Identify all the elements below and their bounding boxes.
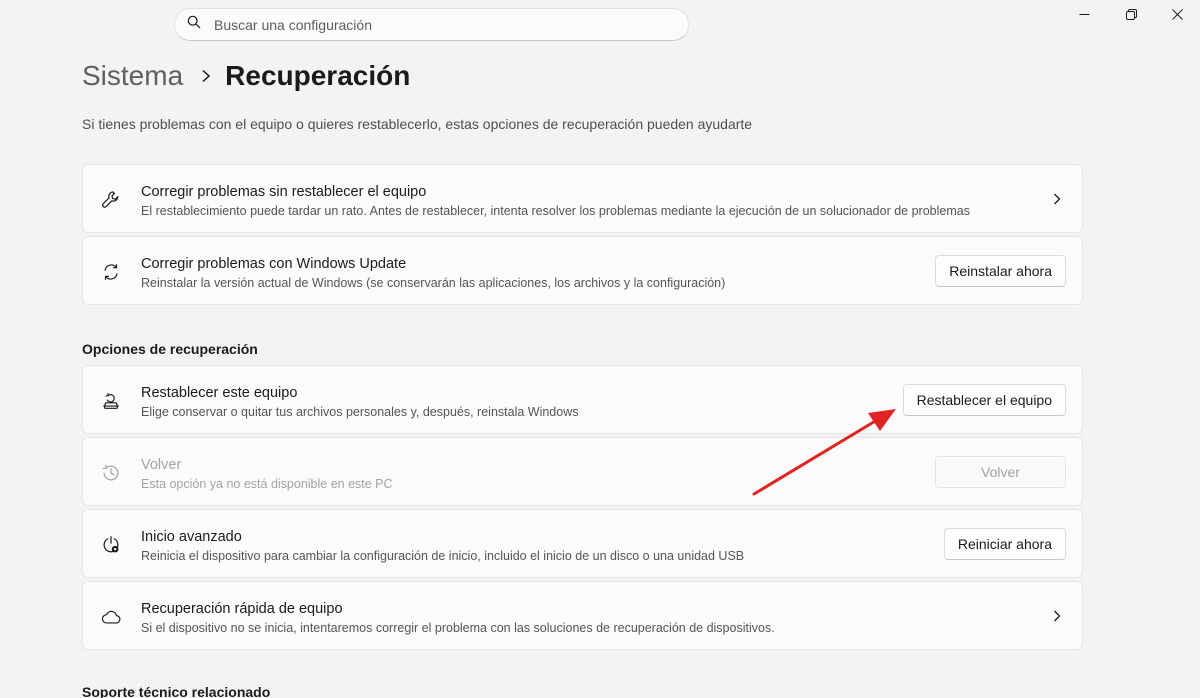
page-description: Si tienes problemas con el equipo o quie… (82, 116, 753, 132)
advanced-startup-card: Inicio avanzado Reinicia el dispositivo … (82, 509, 1083, 578)
close-icon (1171, 7, 1183, 25)
section-title-related-support: Soporte técnico relacionado (82, 684, 271, 698)
page-title: Recuperación (225, 60, 411, 91)
breadcrumb: Sistema Recuperación (82, 58, 410, 94)
settings-window: Sistema Recuperación Si tienes problemas… (0, 0, 1200, 698)
card-title: Corregir problemas con Windows Update (141, 256, 407, 272)
card-description: Reinicia el dispositivo para cambiar la … (141, 549, 745, 563)
restart-now-button[interactable]: Reiniciar ahora (943, 528, 1066, 560)
breadcrumb-parent-link[interactable]: Sistema (82, 60, 183, 92)
card-title: Restablecer este equipo (141, 385, 298, 401)
history-icon (99, 461, 123, 485)
chevron-right-icon (1052, 609, 1062, 623)
search-icon (187, 15, 201, 34)
reinstall-now-button[interactable]: Reinstalar ahora (935, 255, 1066, 287)
minimize-icon (1079, 7, 1090, 25)
fix-without-reset-card[interactable]: Corregir problemas sin restablecer el eq… (82, 164, 1083, 233)
card-description: Esta opción ya no está disponible en est… (141, 477, 393, 491)
chevron-right-icon (201, 69, 211, 83)
restore-icon (1125, 7, 1137, 25)
card-title: Corregir problemas sin restablecer el eq… (141, 184, 427, 200)
restore-button[interactable] (1108, 0, 1154, 32)
card-description: El restablecimiento puede tardar un rato… (141, 204, 970, 218)
card-description: Si el dispositivo no se inicia, intentar… (141, 621, 775, 635)
card-title: Recuperación rápida de equipo (141, 601, 343, 617)
go-back-card: Volver Esta opción ya no está disponible… (82, 437, 1083, 506)
section-title-recovery-options: Opciones de recuperación (82, 341, 258, 357)
advanced-startup-icon (99, 533, 123, 557)
search-box[interactable] (174, 8, 689, 41)
minimize-button[interactable] (1061, 0, 1107, 32)
close-button[interactable] (1154, 0, 1200, 32)
card-title: Volver (141, 457, 182, 473)
go-back-button[interactable]: Volver (935, 456, 1066, 488)
card-title: Inicio avanzado (141, 529, 242, 545)
reset-pc-card: Restablecer este equipo Elige conservar … (82, 365, 1083, 434)
reset-pc-icon (99, 389, 123, 413)
wrench-icon (99, 188, 123, 212)
sync-icon (99, 260, 123, 284)
card-description: Reinstalar la versión actual de Windows … (141, 276, 726, 290)
card-description: Elige conservar o quitar tus archivos pe… (141, 405, 579, 419)
chevron-right-icon (1052, 192, 1062, 206)
reset-pc-button[interactable]: Restablecer el equipo (902, 384, 1066, 416)
fix-windows-update-card: Corregir problemas con Windows Update Re… (82, 236, 1083, 305)
cloud-icon (99, 605, 123, 629)
quick-recovery-card[interactable]: Recuperación rápida de equipo Si el disp… (82, 581, 1083, 650)
search-input[interactable] (214, 16, 654, 33)
